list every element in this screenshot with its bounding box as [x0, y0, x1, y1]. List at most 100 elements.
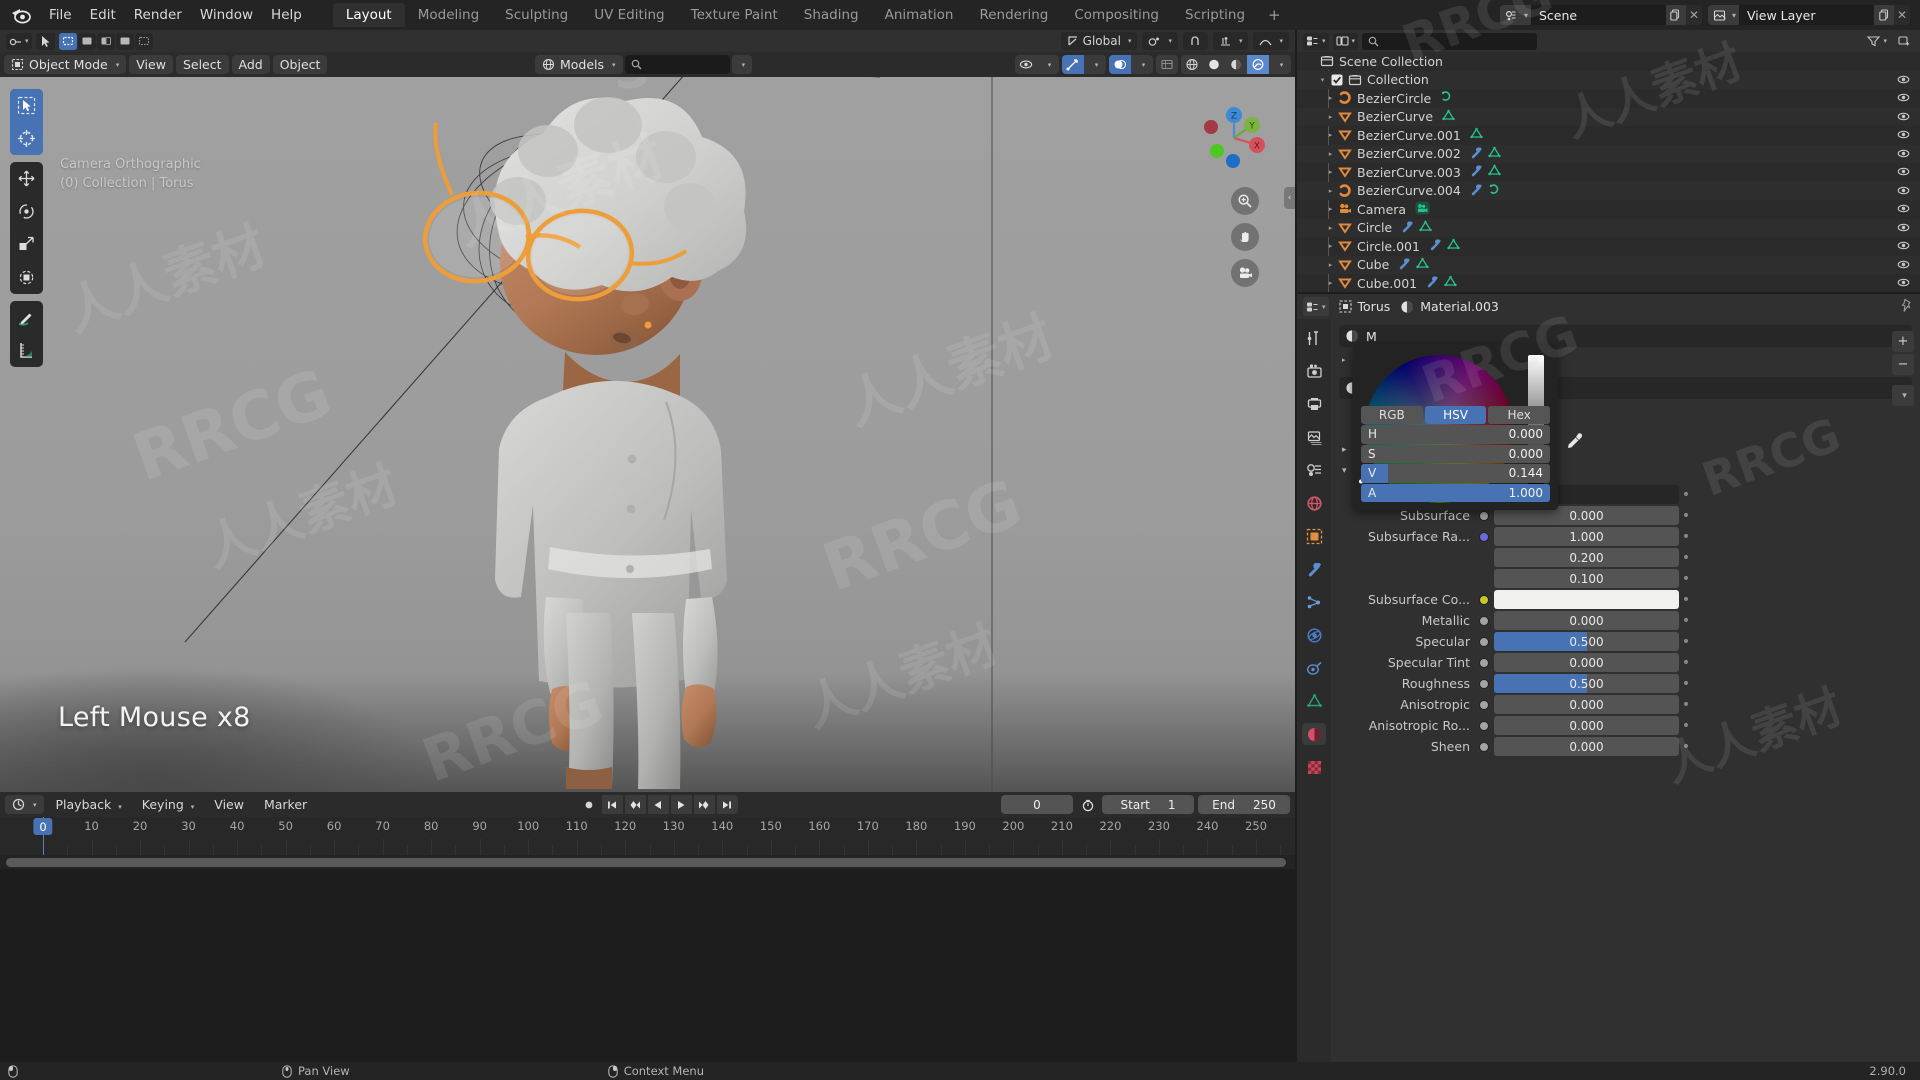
visibility-eye-icon[interactable]	[1897, 110, 1910, 126]
visibility-eye-icon[interactable]	[1897, 258, 1910, 274]
tab-physics-icon[interactable]	[1302, 624, 1326, 646]
character-model[interactable]	[380, 77, 840, 792]
scene-dropdown-caret[interactable]: ▾	[1523, 5, 1531, 25]
timeline-ruler[interactable]: 10 20 30 40 50 60 70 80 90 100 110 120 130 140 150 160 1…	[0, 817, 1295, 855]
jump-start-icon[interactable]	[601, 795, 623, 814]
pin-id-icon[interactable]	[1900, 298, 1914, 316]
tab-shading[interactable]: Shading	[791, 3, 872, 27]
expand-arrow-icon[interactable]: ▸	[1325, 205, 1336, 213]
auto-keying-icon[interactable]	[579, 795, 600, 814]
color-channel-a[interactable]: A 1.000	[1361, 483, 1550, 502]
visibility-eye-icon[interactable]	[1897, 147, 1910, 163]
tab-object-data-icon[interactable]	[1302, 690, 1326, 712]
tab-view-layer-icon[interactable]	[1302, 426, 1326, 448]
animate-property-icon[interactable]: •	[1679, 487, 1693, 503]
add-workspace-button[interactable]: +	[1258, 3, 1291, 27]
outliner-modifier-icon[interactable]	[1470, 164, 1483, 180]
surface-row-value[interactable]: 0.000	[1494, 611, 1679, 630]
expand-arrow-icon[interactable]: ▸	[1325, 168, 1336, 176]
color-mode-hex[interactable]: Hex	[1488, 406, 1551, 424]
scene-remove-button[interactable]: ✕	[1686, 5, 1702, 25]
color-channel-h[interactable]: H 0.000	[1361, 425, 1550, 444]
visibility-eye-icon[interactable]	[1897, 91, 1910, 107]
outliner-row[interactable]: ▸ BezierCurve	[1297, 107, 1920, 126]
viewport-menu-add[interactable]: Add	[231, 55, 270, 74]
transform-orientation-dropdown[interactable]: Global ▾	[1060, 32, 1138, 50]
3d-viewport[interactable]: Camera Orthographic (0) Collection | Tor…	[0, 77, 1295, 792]
camera-view-icon[interactable]	[1231, 259, 1259, 287]
pan-view-icon[interactable]	[1231, 223, 1259, 251]
annotate-tool-icon[interactable]	[10, 301, 43, 334]
scale-tool-icon[interactable]	[10, 228, 43, 261]
select-mode-intersect[interactable]	[134, 32, 153, 50]
outliner-tree[interactable]: Scene Collection ▾ Collection ▸ BezierCircle…	[1297, 52, 1920, 292]
outliner-modifier-icon[interactable]	[1488, 164, 1501, 180]
outliner-editor-type-icon[interactable]: ▾	[1303, 32, 1329, 50]
properties-editor-type-icon[interactable]: ▾	[1303, 297, 1329, 316]
gizmo-caret-icon[interactable]: ▾	[1084, 55, 1106, 74]
viewlayer-remove-button[interactable]: ✕	[1894, 5, 1910, 25]
outliner-row[interactable]: ▸ Circle.001	[1297, 237, 1920, 256]
node-socket-icon[interactable]	[1479, 699, 1489, 710]
expand-arrow-icon[interactable]: ▸	[1325, 279, 1336, 287]
outliner-row-scene-collection[interactable]: Scene Collection	[1297, 52, 1920, 71]
outliner-modifier-icon[interactable]	[1401, 220, 1414, 236]
outliner-row[interactable]: ▸ Cube.001	[1297, 274, 1920, 292]
tab-modifiers-icon[interactable]	[1302, 558, 1326, 580]
editor-type-dropdown[interactable]: ▾	[5, 795, 44, 814]
visibility-eye-icon[interactable]	[1897, 184, 1910, 200]
outliner-modifier-icon[interactable]	[1429, 238, 1442, 254]
timeline-menu-playback[interactable]: Playback ▾	[48, 795, 130, 814]
tab-texture-icon[interactable]	[1302, 756, 1326, 778]
tab-material-icon[interactable]	[1302, 723, 1326, 745]
start-frame-field[interactable]: Start 1	[1102, 795, 1194, 814]
viewlayer-selector[interactable]: ▾ View Layer ✕	[1707, 5, 1910, 25]
tab-rendering[interactable]: Rendering	[966, 3, 1061, 27]
overlay-caret-icon[interactable]: ▾	[1131, 55, 1153, 74]
play-icon[interactable]	[670, 795, 692, 814]
outliner-modifier-icon[interactable]	[1415, 201, 1430, 218]
asset-library-dropdown[interactable]: Models ▾	[535, 55, 623, 74]
transform-tool-icon[interactable]	[10, 261, 43, 294]
menu-window[interactable]: Window	[191, 4, 262, 26]
node-socket-icon[interactable]	[1479, 678, 1489, 689]
animate-property-icon[interactable]: •	[1679, 550, 1693, 566]
surface-row-value[interactable]: 0.000	[1494, 737, 1679, 756]
node-socket-icon[interactable]	[1479, 720, 1489, 731]
tab-modeling[interactable]: Modeling	[405, 3, 492, 27]
surface-row-value[interactable]: 0.500	[1494, 632, 1679, 651]
expand-arrow-icon[interactable]: ▸	[1325, 187, 1336, 195]
select-mode-subtract[interactable]	[96, 32, 115, 50]
breadcrumb-material[interactable]: Material.003	[1400, 299, 1499, 314]
measure-tool-icon[interactable]	[10, 334, 43, 367]
outliner-modifier-icon[interactable]	[1398, 257, 1411, 273]
animate-property-icon[interactable]: •	[1679, 655, 1693, 671]
next-keyframe-icon[interactable]	[693, 795, 715, 814]
tab-output-icon[interactable]	[1302, 393, 1326, 415]
play-reverse-icon[interactable]	[647, 795, 669, 814]
outliner-modifier-icon[interactable]	[1419, 220, 1432, 236]
outliner-row[interactable]: ▸ BezierCurve.004	[1297, 181, 1920, 200]
scene-new-button[interactable]	[1665, 5, 1686, 25]
menu-file[interactable]: File	[40, 4, 81, 26]
menu-render[interactable]: Render	[125, 4, 191, 26]
color-mode-hsv[interactable]: HSV	[1424, 406, 1487, 424]
node-socket-icon[interactable]	[1479, 531, 1489, 542]
outliner-modifier-icon[interactable]	[1440, 90, 1453, 106]
timeline-scrollbar-thumb[interactable]	[6, 858, 1286, 867]
use-preview-range-icon[interactable]	[1077, 795, 1098, 814]
move-tool-icon[interactable]	[10, 162, 43, 195]
material-specials-button[interactable]: ▾	[1892, 385, 1914, 406]
tab-render-icon[interactable]	[1302, 360, 1326, 382]
animate-property-icon[interactable]: •	[1679, 697, 1693, 713]
surface-row-value[interactable]: 0.100	[1494, 569, 1679, 588]
color-picker-popup[interactable]: RGB HSV Hex H 0.000 S 0.000 V 0.144 A 1.000	[1353, 345, 1583, 510]
cursor-tool-icon[interactable]	[10, 122, 43, 155]
expand-arrow-icon[interactable]: ▸	[1325, 150, 1336, 158]
expand-arrow-icon[interactable]: ▸	[1325, 224, 1336, 232]
blender-logo-icon[interactable]	[10, 4, 32, 26]
shading-solid-icon[interactable]	[1203, 55, 1225, 74]
surface-row-value[interactable]: 0.000	[1494, 653, 1679, 672]
active-tool-icon[interactable]: ▾	[6, 32, 32, 50]
shading-wireframe-icon[interactable]	[1181, 55, 1203, 74]
